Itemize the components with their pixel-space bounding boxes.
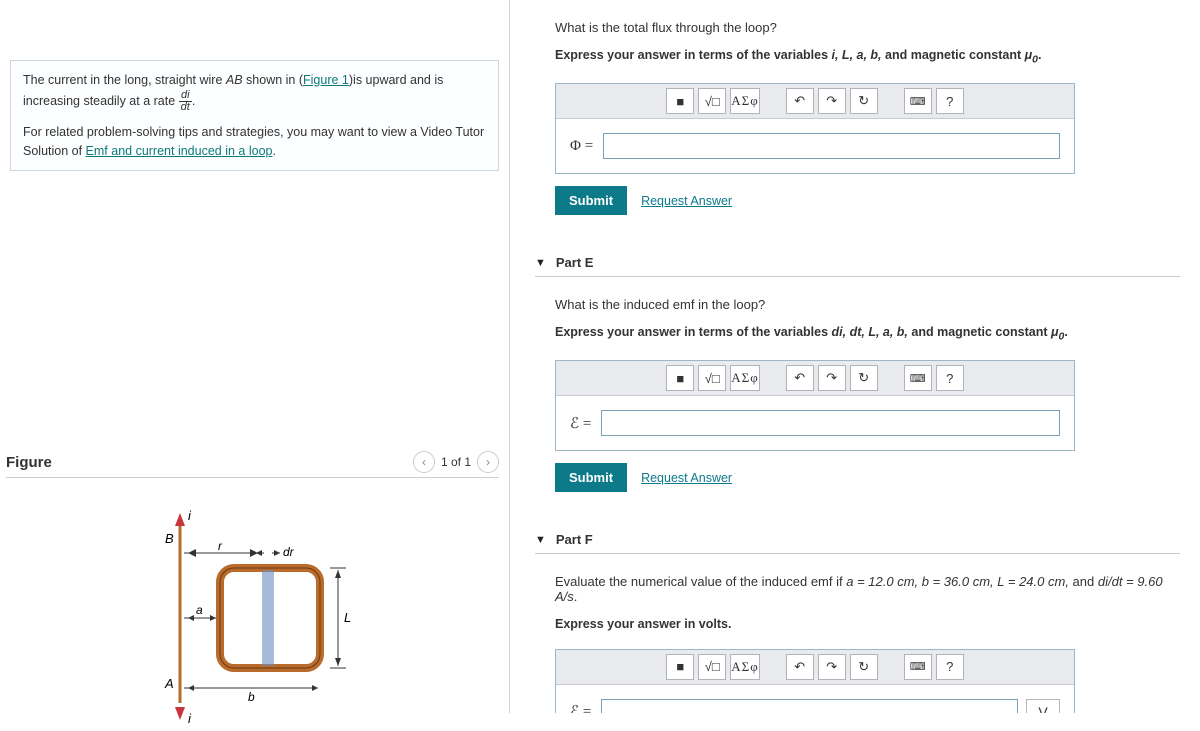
figure-counter: 1 of 1 <box>441 455 471 469</box>
reset-button[interactable]: ↻ <box>850 365 878 391</box>
submit-button[interactable]: Submit <box>555 186 627 215</box>
intro-text: . <box>272 144 275 158</box>
part-f-block: Evaluate the numerical value of the indu… <box>510 554 1190 713</box>
figure-next-button[interactable]: › <box>477 451 499 473</box>
part-f-answer-input[interactable] <box>601 699 1018 714</box>
part-d-lhs: Φ = <box>570 138 593 155</box>
greek-button[interactable]: ΑΣφ <box>730 365 759 391</box>
label-i-top: i <box>188 508 192 523</box>
intro-text: shown in ( <box>243 73 303 87</box>
undo-button[interactable]: ↶ <box>786 654 814 680</box>
left-column: The current in the long, straight wire A… <box>0 0 510 713</box>
label-B: B <box>165 531 174 546</box>
part-e-block: What is the induced emf in the loop? Exp… <box>510 277 1190 502</box>
part-d-instructions: Express your answer in terms of the vari… <box>555 48 1180 66</box>
figure-header: Figure ‹ 1 of 1 › <box>6 451 499 478</box>
part-e-answer-frame: ■ √□ ΑΣφ ↶ ↷ ↻ ⌨ ? ℰ = <box>555 360 1075 451</box>
label-A: A <box>164 676 174 691</box>
frac-num: di <box>179 90 192 102</box>
undo-button[interactable]: ↶ <box>786 365 814 391</box>
part-f-title: Part F <box>556 532 593 547</box>
redo-button[interactable]: ↷ <box>818 365 846 391</box>
sqrt-button[interactable]: √□ <box>698 654 726 680</box>
part-f-header[interactable]: ▼ Part F <box>535 532 1180 554</box>
label-L: L <box>344 610 351 625</box>
request-answer-link[interactable]: Request Answer <box>641 471 732 485</box>
collapse-icon: ▼ <box>535 534 546 546</box>
part-d-question: What is the total flux through the loop? <box>555 20 1180 35</box>
part-e-header[interactable]: ▼ Part E <box>535 255 1180 277</box>
part-e-answer-input[interactable] <box>601 410 1060 436</box>
figure-image: i B A i r dr <box>0 498 509 731</box>
equation-toolbar: ■ √□ ΑΣφ ↶ ↷ ↻ ⌨ ? <box>556 650 1074 685</box>
help-button[interactable]: ? <box>936 365 964 391</box>
label-dr: dr <box>283 545 295 559</box>
tutor-link[interactable]: Emf and current induced in a loop <box>86 144 273 158</box>
part-d-answer-frame: ■ √□ ΑΣφ ↶ ↷ ↻ ⌨ ? Φ = <box>555 83 1075 174</box>
request-answer-link[interactable]: Request Answer <box>641 194 732 208</box>
sqrt-button[interactable]: √□ <box>698 365 726 391</box>
intro-text: . <box>192 94 195 108</box>
keyboard-button[interactable]: ⌨ <box>904 88 932 114</box>
label-a: a <box>196 603 203 617</box>
part-f-lhs: ℰ = <box>570 702 591 713</box>
keyboard-button[interactable]: ⌨ <box>904 365 932 391</box>
equation-toolbar: ■ √□ ΑΣφ ↶ ↷ ↻ ⌨ ? <box>556 361 1074 396</box>
rate-fraction: didt <box>179 90 192 113</box>
label-b: b <box>248 690 255 704</box>
intro-ab: AB <box>226 73 243 87</box>
figure-title: Figure <box>6 454 52 471</box>
undo-button[interactable]: ↶ <box>786 88 814 114</box>
frac-den: dt <box>179 102 192 113</box>
reset-button[interactable]: ↻ <box>850 88 878 114</box>
figure-link[interactable]: Figure 1 <box>303 73 349 87</box>
label-i-bot: i <box>188 711 192 726</box>
sqrt-button[interactable]: √□ <box>698 88 726 114</box>
redo-button[interactable]: ↷ <box>818 654 846 680</box>
greek-button[interactable]: ΑΣφ <box>730 88 759 114</box>
intro-text: The current in the long, straight wire <box>23 73 226 87</box>
template-button[interactable]: ■ <box>666 365 694 391</box>
help-button[interactable]: ? <box>936 654 964 680</box>
template-button[interactable]: ■ <box>666 88 694 114</box>
problem-intro: The current in the long, straight wire A… <box>10 60 499 171</box>
redo-button[interactable]: ↷ <box>818 88 846 114</box>
part-e-lhs: ℰ = <box>570 414 591 433</box>
equation-toolbar: ■ √□ ΑΣφ ↶ ↷ ↻ ⌨ ? <box>556 84 1074 119</box>
collapse-icon: ▼ <box>535 257 546 269</box>
part-e-question: What is the induced emf in the loop? <box>555 297 1180 312</box>
part-f-answer-frame: ■ √□ ΑΣφ ↶ ↷ ↻ ⌨ ? ℰ = V <box>555 649 1075 714</box>
part-f-unit: V <box>1026 699 1060 714</box>
part-d-answer-input[interactable] <box>603 133 1060 159</box>
template-button[interactable]: ■ <box>666 654 694 680</box>
figure-prev-button[interactable]: ‹ <box>413 451 435 473</box>
label-r: r <box>218 539 223 553</box>
part-e-instructions: Express your answer in terms of the vari… <box>555 325 1180 343</box>
right-column: What is the total flux through the loop?… <box>510 0 1200 713</box>
part-d-block: What is the total flux through the loop?… <box>510 0 1190 225</box>
help-button[interactable]: ? <box>936 88 964 114</box>
submit-button[interactable]: Submit <box>555 463 627 492</box>
reset-button[interactable]: ↻ <box>850 654 878 680</box>
keyboard-button[interactable]: ⌨ <box>904 654 932 680</box>
greek-button[interactable]: ΑΣφ <box>730 654 759 680</box>
part-f-question: Evaluate the numerical value of the indu… <box>555 574 1180 604</box>
part-e-title: Part E <box>556 255 594 270</box>
part-f-instructions: Express your answer in volts. <box>555 617 1180 631</box>
